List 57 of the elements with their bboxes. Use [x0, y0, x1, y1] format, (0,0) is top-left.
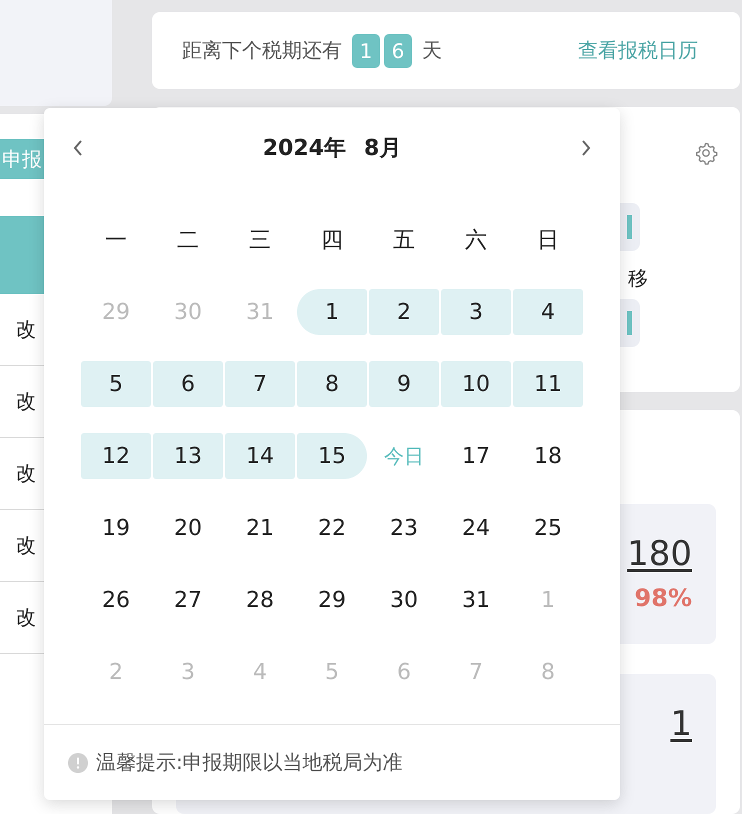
calendar-day[interactable]: 29	[297, 577, 367, 623]
settings-icon[interactable]	[694, 141, 718, 166]
calendar-day[interactable]: 2	[369, 289, 439, 335]
stat-percent: 98%	[634, 584, 692, 612]
countdown-label: 距离下个税期还有	[182, 37, 342, 64]
calendar-day[interactable]: 28	[225, 577, 295, 623]
calendar-day[interactable]: 18	[513, 433, 583, 479]
calendar-day[interactable]: 25	[513, 505, 583, 551]
chevron-left-icon[interactable]	[72, 138, 84, 158]
calendar-day[interactable]: 31	[441, 577, 511, 623]
calendar-day[interactable]: 27	[153, 577, 223, 623]
calendar-day[interactable]: 5	[81, 361, 151, 407]
chevron-right-icon[interactable]	[580, 138, 592, 158]
weekday-label: 日	[537, 227, 559, 255]
stat-value[interactable]: 180	[627, 534, 692, 574]
calendar-day[interactable]: 23	[369, 505, 439, 551]
weekday-label: 二	[177, 227, 199, 255]
calendar-day[interactable]: 21	[225, 505, 295, 551]
calendar-day[interactable]: 11	[513, 361, 583, 407]
calendar-day[interactable]: 26	[81, 577, 151, 623]
calendar-day[interactable]: 17	[441, 433, 511, 479]
weekday-label: 三	[249, 227, 271, 255]
calendar-day[interactable]: 1	[297, 289, 367, 335]
table-cell-text: 改	[15, 316, 36, 343]
calendar-day[interactable]: 12	[81, 433, 151, 479]
calendar-day[interactable]: 13	[153, 433, 223, 479]
tip-text: 温馨提示:申报期限以当地税局为准	[96, 749, 403, 776]
calendar-day[interactable]: 24	[441, 505, 511, 551]
calendar-day[interactable]: 22	[297, 505, 367, 551]
calendar-day[interactable]: 8	[297, 361, 367, 407]
calendar-day[interactable]: 14	[225, 433, 295, 479]
weekday-label: 一	[105, 227, 127, 255]
countdown-unit: 天	[422, 37, 442, 64]
weekday-label: 四	[321, 227, 343, 255]
table-cell-text: 改	[15, 604, 36, 631]
shortcut-label: 移	[627, 265, 648, 290]
countdown-digit: 6	[384, 34, 412, 68]
table-cell-text: 改	[15, 388, 36, 415]
calendar-day[interactable]: 9	[369, 361, 439, 407]
stat-value[interactable]: 1	[670, 704, 692, 744]
table-cell-text: 改	[15, 532, 36, 559]
calendar-day[interactable]: 10	[441, 361, 511, 407]
countdown-digit: 1	[352, 34, 380, 68]
calendar-year: 2024年	[262, 135, 346, 163]
calendar-day[interactable]: 15	[297, 433, 367, 479]
calendar-day[interactable]: 30	[369, 577, 439, 623]
calendar-day[interactable]: 6	[153, 361, 223, 407]
weekday-label: 五	[393, 227, 415, 255]
calendar-day[interactable]: 4	[513, 289, 583, 335]
calendar-day[interactable]: 3	[441, 289, 511, 335]
calendar-month: 8月	[364, 135, 402, 163]
table-cell-text: 改	[15, 460, 36, 487]
weekday-label: 六	[465, 227, 487, 255]
info-icon	[68, 752, 88, 772]
calendar-day[interactable]: 7	[225, 361, 295, 407]
calendar-day[interactable]: 20	[153, 505, 223, 551]
calendar-day[interactable]: 19	[81, 505, 151, 551]
